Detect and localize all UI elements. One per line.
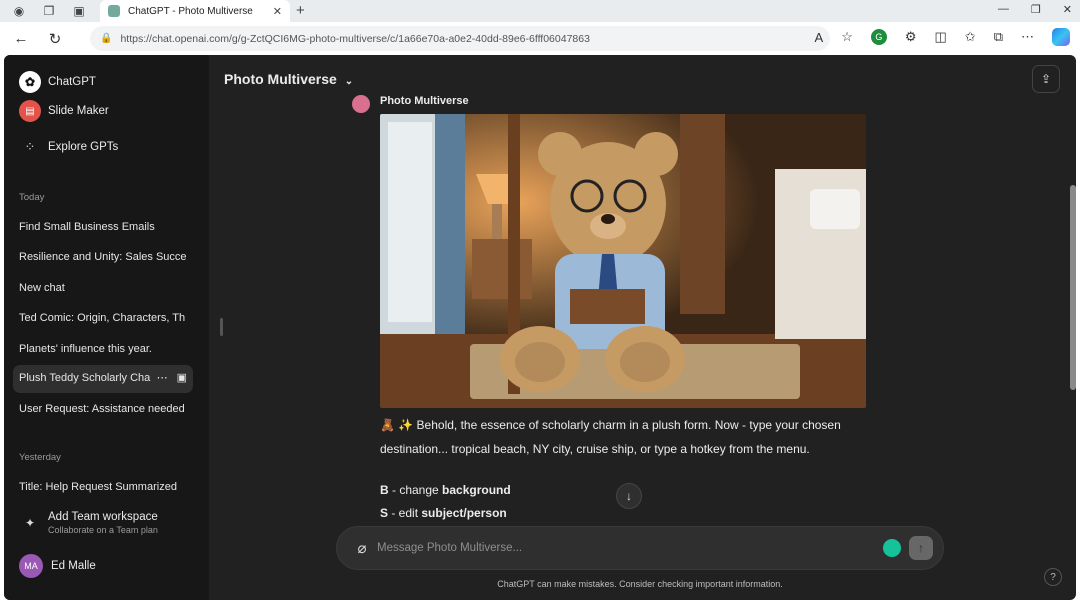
chat-history-item[interactable]: Title: Help Request Summarized [19,481,187,493]
chatgpt-logo-icon: ✿ [19,71,41,93]
more-icon[interactable]: ⋯ [1021,29,1034,45]
archive-icon[interactable]: ▣ [177,371,187,384]
grammarly-icon[interactable] [883,539,901,557]
generated-image[interactable] [380,114,866,408]
message-composer: ⌀ ↑ [336,526,944,570]
avatar: MA [19,554,43,578]
close-window-icon[interactable]: ✕ [1063,3,1072,16]
browser-tab-bar: ◉ ❐ ▣ ChatGPT - Photo Multiverse ✕ + — ❐… [0,0,1080,22]
teddy-bear-image [380,114,866,408]
grammarly-extension-icon[interactable]: G [870,29,887,45]
chat-history-item-active[interactable]: Plush Teddy Scholarly Cha ⋯ ▣ [13,365,193,393]
chat-history-item[interactable]: Planets' influence this year. [19,343,187,355]
hotkey-key: S [380,506,389,520]
team-title: Add Team workspace [48,511,158,523]
gpt-avatar-icon [352,95,370,113]
browser-tab-active[interactable]: ChatGPT - Photo Multiverse ✕ [100,0,290,22]
browser-tools: A ☆ G ⚙ ◫ ✩ ⧉ ⋯ [815,28,1070,46]
split-screen-icon[interactable]: ◫ [935,29,947,45]
page-title: Photo Multiverse [224,71,337,87]
message-line-2: destination... tropical beach, NY city, … [380,442,810,456]
chat-history-item[interactable]: New chat [19,282,187,294]
sidebar-item-label: ChatGPT [48,76,96,88]
user-menu[interactable]: MA Ed Malle [19,554,96,578]
minimize-icon[interactable]: — [998,3,1009,16]
chat-title: Plush Teddy Scholarly Cha [19,372,151,384]
window-controls: — ❐ ✕ [998,3,1072,16]
hotkey-s: S - edit subject/person [380,504,900,522]
grid-icon: ⁘ [24,139,36,154]
send-button[interactable]: ↑ [909,536,933,560]
chevron-down-icon: ⌄ [344,76,354,87]
chat-item-tools: ⋯ ▣ [152,371,187,384]
chat-history-item[interactable]: User Request: Assistance needed [19,403,187,415]
help-button[interactable]: ? [1044,568,1062,586]
team-text: Add Team workspace Collaborate on a Team… [48,511,158,535]
browser-toolbar: ← ↻ 🔒 https://chat.openai.com/g/g-ZctQCI… [0,22,1080,55]
sparkle-icon: ✦ [24,516,36,530]
tab-close-icon[interactable]: ✕ [273,5,282,18]
share-button[interactable]: ⇪ [1032,65,1060,93]
collections-icon[interactable]: ⧉ [994,29,1003,45]
chat-options-icon[interactable]: ⋯ [157,371,168,384]
sidebar-item-label: Explore GPTs [48,141,119,153]
message-author: Photo Multiverse [380,95,469,107]
refresh-icon[interactable]: ↻ [42,26,68,52]
hotkey-sep: - change [388,483,443,497]
scroll-to-bottom-button[interactable]: ↓ [616,483,642,509]
share-icon: ⇪ [1040,72,1052,86]
workspaces-icon[interactable]: ❐ [38,0,60,22]
section-today: Today [19,192,45,203]
url-text: https://chat.openai.com/g/g-ZctQCI6MG-ph… [120,32,590,45]
chat-history-item[interactable]: Resilience and Unity: Sales Succe [19,251,187,263]
message-line-1: 🧸 ✨ Behold, the essence of scholarly cha… [380,418,841,432]
profile-icon[interactable]: ◉ [8,0,30,22]
favorite-star-icon[interactable]: ☆ [841,29,853,45]
hotkey-sep: - edit [388,506,422,520]
back-icon[interactable]: ← [8,26,34,52]
chat-history-item[interactable]: Ted Comic: Origin, Characters, Th [19,312,187,324]
gpt-title-dropdown[interactable]: Photo Multiverse ⌄ [224,71,353,87]
chatgpt-favicon-icon [108,5,120,17]
hotkey-target: background [442,483,511,497]
section-yesterday: Yesterday [19,452,61,463]
attach-icon[interactable]: ⌀ [347,539,377,557]
arrow-down-icon: ↓ [626,489,632,503]
message-input[interactable] [377,542,883,554]
sidebar-item-label: Slide Maker [48,105,109,117]
slide-maker-icon: ▤ [19,100,41,122]
chatgpt-app: ✿ ChatGPT ▤ Slide Maker ⁘ Explore GPTs T… [4,55,1076,600]
new-tab-button[interactable]: + [296,2,305,19]
team-subtitle: Collaborate on a Team plan [48,525,158,535]
read-aloud-icon[interactable]: A [815,30,824,45]
lock-icon: 🔒 [100,33,113,44]
hotkey-key: B [380,483,389,497]
sidebar-item-slide-maker[interactable]: ▤ Slide Maker [19,100,109,122]
extensions-icon[interactable]: ⚙ [905,29,917,45]
sidebar-resize-handle[interactable] [220,318,223,336]
favorites-icon[interactable]: ✩ [965,29,976,45]
restore-icon[interactable]: ❐ [1031,3,1041,16]
scrollbar[interactable] [1070,185,1076,390]
sidebar-item-explore-gpts[interactable]: ⁘ Explore GPTs [19,136,119,158]
tab-title: ChatGPT - Photo Multiverse [128,5,253,17]
sidebar-item-chatgpt[interactable]: ✿ ChatGPT [19,71,96,93]
sidebar: ✿ ChatGPT ▤ Slide Maker ⁘ Explore GPTs T… [4,55,209,600]
user-name: Ed Malle [51,560,96,572]
chat-history-item[interactable]: Find Small Business Emails [19,221,187,233]
add-team-workspace[interactable]: ✦ Add Team workspace Collaborate on a Te… [19,511,158,535]
disclaimer: ChatGPT can make mistakes. Consider chec… [497,579,783,589]
tab-actions-icon[interactable]: ▣ [68,0,90,22]
address-bar[interactable]: 🔒 https://chat.openai.com/g/g-ZctQCI6MG-… [90,26,830,51]
copilot-icon[interactable] [1052,28,1070,46]
hotkey-target: subject/person [421,506,507,520]
